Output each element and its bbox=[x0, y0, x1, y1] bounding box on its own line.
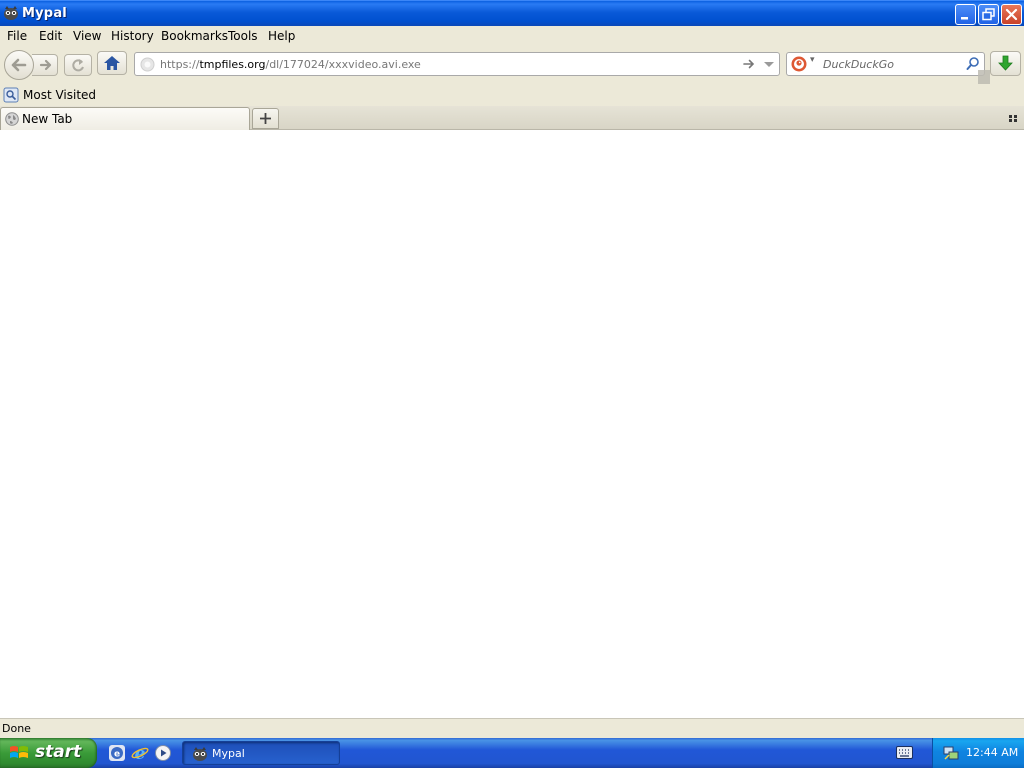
new-tab-button[interactable] bbox=[252, 108, 279, 129]
network-connection-icon[interactable] bbox=[943, 745, 959, 761]
most-visited-label: Most Visited bbox=[23, 88, 97, 102]
menu-tools[interactable]: Tools bbox=[228, 29, 258, 43]
close-button[interactable] bbox=[1001, 4, 1022, 25]
reload-button[interactable] bbox=[64, 54, 92, 76]
duckduckgo-engine-icon[interactable] bbox=[791, 56, 807, 72]
title-bar[interactable]: Mypal bbox=[0, 0, 1024, 26]
status-text: Done bbox=[2, 722, 31, 735]
tab-strip: New Tab bbox=[0, 106, 1024, 130]
taskbar: start e e Mypal 12:44 AM bbox=[0, 738, 1024, 768]
menu-file[interactable]: File bbox=[7, 29, 27, 43]
menu-help[interactable]: Help bbox=[268, 29, 295, 43]
bookmarks-toolbar: Most Visited bbox=[0, 84, 1024, 106]
mypal-quicklaunch-icon[interactable]: e bbox=[108, 744, 126, 762]
all-tabs-grid-icon[interactable] bbox=[1006, 112, 1020, 124]
menu-view[interactable]: View bbox=[73, 29, 101, 43]
url-text[interactable]: https://tmpfiles.org/dl/177024/xxxvideo.… bbox=[160, 58, 421, 71]
url-path: /dl/177024/xxxvideo.avi.exe bbox=[265, 58, 421, 71]
status-bar: Done bbox=[0, 718, 1024, 738]
search-bar[interactable]: ▾ bbox=[786, 52, 985, 76]
back-button[interactable] bbox=[4, 50, 34, 80]
back-forward-group bbox=[4, 50, 92, 80]
taskbar-button-mypal[interactable]: Mypal bbox=[182, 741, 340, 765]
keyboard-icon[interactable] bbox=[896, 746, 913, 759]
taskbar-button-label: Mypal bbox=[212, 747, 245, 760]
menu-bar: File Edit View History Bookmarks Tools H… bbox=[0, 26, 1024, 46]
restore-button[interactable] bbox=[978, 4, 999, 25]
tab-label: New Tab bbox=[22, 112, 73, 126]
history-dropdown-icon[interactable] bbox=[762, 56, 776, 72]
menu-edit[interactable]: Edit bbox=[39, 29, 62, 43]
globe-icon bbox=[5, 112, 19, 126]
forward-button[interactable] bbox=[32, 54, 58, 76]
media-player-icon[interactable] bbox=[154, 744, 172, 762]
minimize-icon bbox=[961, 17, 968, 20]
menu-bookmarks[interactable]: Bookmarks bbox=[161, 29, 228, 43]
plus-icon bbox=[260, 113, 271, 124]
mypal-app-icon[interactable] bbox=[3, 5, 19, 21]
address-bar[interactable]: https://tmpfiles.org/dl/177024/xxxvideo.… bbox=[134, 52, 780, 76]
minimize-button[interactable] bbox=[955, 4, 976, 25]
svg-text:e: e bbox=[135, 744, 146, 762]
site-identity-icon[interactable] bbox=[140, 57, 155, 72]
go-arrow-icon[interactable] bbox=[741, 56, 757, 72]
system-tray: 12:44 AM bbox=[932, 738, 1024, 768]
search-input[interactable] bbox=[823, 56, 961, 72]
restore-icon bbox=[982, 8, 995, 21]
url-scheme: https:// bbox=[160, 58, 200, 71]
engine-dropdown-icon[interactable]: ▾ bbox=[810, 55, 815, 65]
home-icon bbox=[104, 56, 120, 70]
reload-icon bbox=[72, 59, 84, 72]
home-button[interactable] bbox=[97, 51, 127, 75]
tab-new-tab[interactable]: New Tab bbox=[0, 107, 250, 130]
windows-logo-icon bbox=[10, 746, 28, 758]
menu-history[interactable]: History bbox=[111, 29, 154, 43]
mypal-app-icon bbox=[193, 747, 207, 761]
svg-text:e: e bbox=[114, 750, 120, 760]
back-arrow-icon bbox=[11, 58, 27, 72]
smart-bookmark-folder-icon bbox=[3, 87, 19, 103]
clock: 12:44 AM bbox=[966, 746, 1019, 759]
internet-explorer-icon[interactable]: e bbox=[131, 744, 149, 762]
page-content-area[interactable] bbox=[0, 130, 1024, 718]
forward-arrow-icon bbox=[39, 59, 52, 71]
start-label: start bbox=[35, 742, 82, 762]
window-title: Mypal bbox=[22, 6, 67, 21]
close-icon bbox=[1005, 8, 1018, 21]
url-host: tmpfiles.org bbox=[199, 58, 266, 71]
navigation-toolbar: https://tmpfiles.org/dl/177024/xxxvideo.… bbox=[0, 46, 1024, 84]
start-button[interactable]: start bbox=[0, 738, 97, 768]
